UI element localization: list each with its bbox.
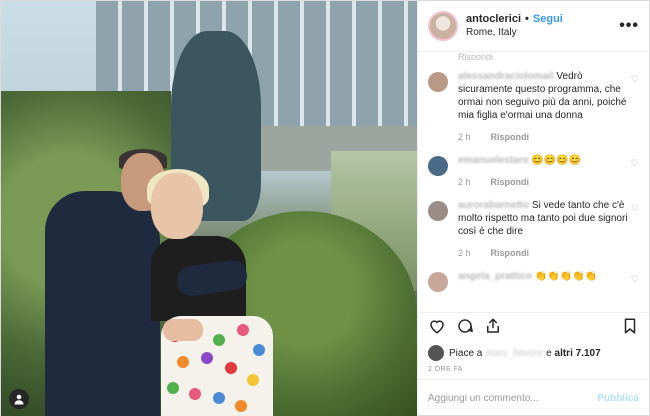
previous-reply-button[interactable]: Rispondi <box>458 52 639 60</box>
post-photo[interactable] <box>1 1 417 416</box>
add-comment-bar: Aggiungi un commento... Pubblica <box>418 379 649 416</box>
post-location[interactable]: Rome, Italy <box>466 26 563 40</box>
user-tag-icon[interactable] <box>9 389 29 409</box>
bookmark-icon[interactable] <box>621 317 639 340</box>
comment-time: 2 h <box>458 177 471 187</box>
commenter-avatar[interactable] <box>428 201 448 221</box>
author-info: antoclerici • Segui Rome, Italy <box>466 12 563 40</box>
comments-list[interactable]: Rispondi alessandraciolomail Vedrò sicur… <box>418 52 649 312</box>
instagram-post: antoclerici • Segui Rome, Italy ••• Risp… <box>0 0 650 416</box>
reply-button[interactable]: Rispondi <box>491 176 530 189</box>
header-separator: • <box>525 13 529 25</box>
add-comment-input[interactable]: Aggiungi un commento... <box>428 393 539 404</box>
comment-item: emanuelestaro 😊😊😊😊 2 h Rispondi ♡ <box>428 154 639 189</box>
likes-summary: Piace a mary_fiavore e altri 7.107 <box>418 344 649 362</box>
photo-woman-head <box>151 173 203 239</box>
follow-button[interactable]: Segui <box>533 12 563 26</box>
comment-time: 2 h <box>458 132 471 142</box>
post-timestamp: 2 ORE FA <box>428 366 463 373</box>
more-options-icon[interactable]: ••• <box>619 17 639 35</box>
share-icon[interactable] <box>484 317 502 340</box>
commenter-username[interactable]: emanuelestaro <box>458 155 529 166</box>
author-avatar[interactable] <box>428 11 458 41</box>
commenter-avatar[interactable] <box>428 72 448 92</box>
comment-item: angela_prattico 👏👏👏👏👏 ♡ <box>428 270 639 292</box>
likes-prefix: Piace a <box>449 347 483 359</box>
publish-button[interactable]: Pubblica <box>597 393 639 404</box>
commenter-username[interactable]: alessandraciolomail <box>458 71 554 82</box>
comment-item: aurorabarnetto Si vede tanto che c'è mol… <box>428 199 639 260</box>
likes-others-link[interactable]: altri 7.107 <box>555 348 601 359</box>
action-bar <box>418 312 649 344</box>
commenter-avatar[interactable] <box>428 156 448 176</box>
comment-text: 👏👏👏👏👏 <box>534 271 597 282</box>
comment-like-heart-icon[interactable]: ♡ <box>631 203 639 214</box>
photo-hand <box>163 319 203 341</box>
comment-like-heart-icon[interactable]: ♡ <box>631 158 639 169</box>
post-header: antoclerici • Segui Rome, Italy ••• <box>418 1 649 52</box>
commenter-username[interactable]: aurorabarnetto <box>458 200 529 211</box>
comment-like-heart-icon[interactable]: ♡ <box>631 74 639 85</box>
liker-avatar[interactable] <box>428 345 444 361</box>
liker-username[interactable]: mary_fiavore <box>485 348 543 359</box>
reply-button[interactable]: Rispondi <box>491 131 530 144</box>
comment-text: 😊😊😊😊 <box>531 155 582 166</box>
comment-icon[interactable] <box>456 317 474 340</box>
commenter-username[interactable]: angela_prattico <box>458 271 532 282</box>
comment-like-heart-icon[interactable]: ♡ <box>631 274 639 285</box>
heart-icon[interactable] <box>428 317 446 340</box>
reply-button[interactable]: Rispondi <box>491 247 530 260</box>
post-sidebar: antoclerici • Segui Rome, Italy ••• Risp… <box>417 1 649 416</box>
comment-time: 2 h <box>458 248 471 258</box>
comment-item: alessandraciolomail Vedrò sicuramente qu… <box>428 70 639 144</box>
photo-man <box>45 191 160 416</box>
commenter-avatar[interactable] <box>428 272 448 292</box>
likes-connector: e <box>546 347 552 359</box>
author-username[interactable]: antoclerici <box>466 12 521 26</box>
